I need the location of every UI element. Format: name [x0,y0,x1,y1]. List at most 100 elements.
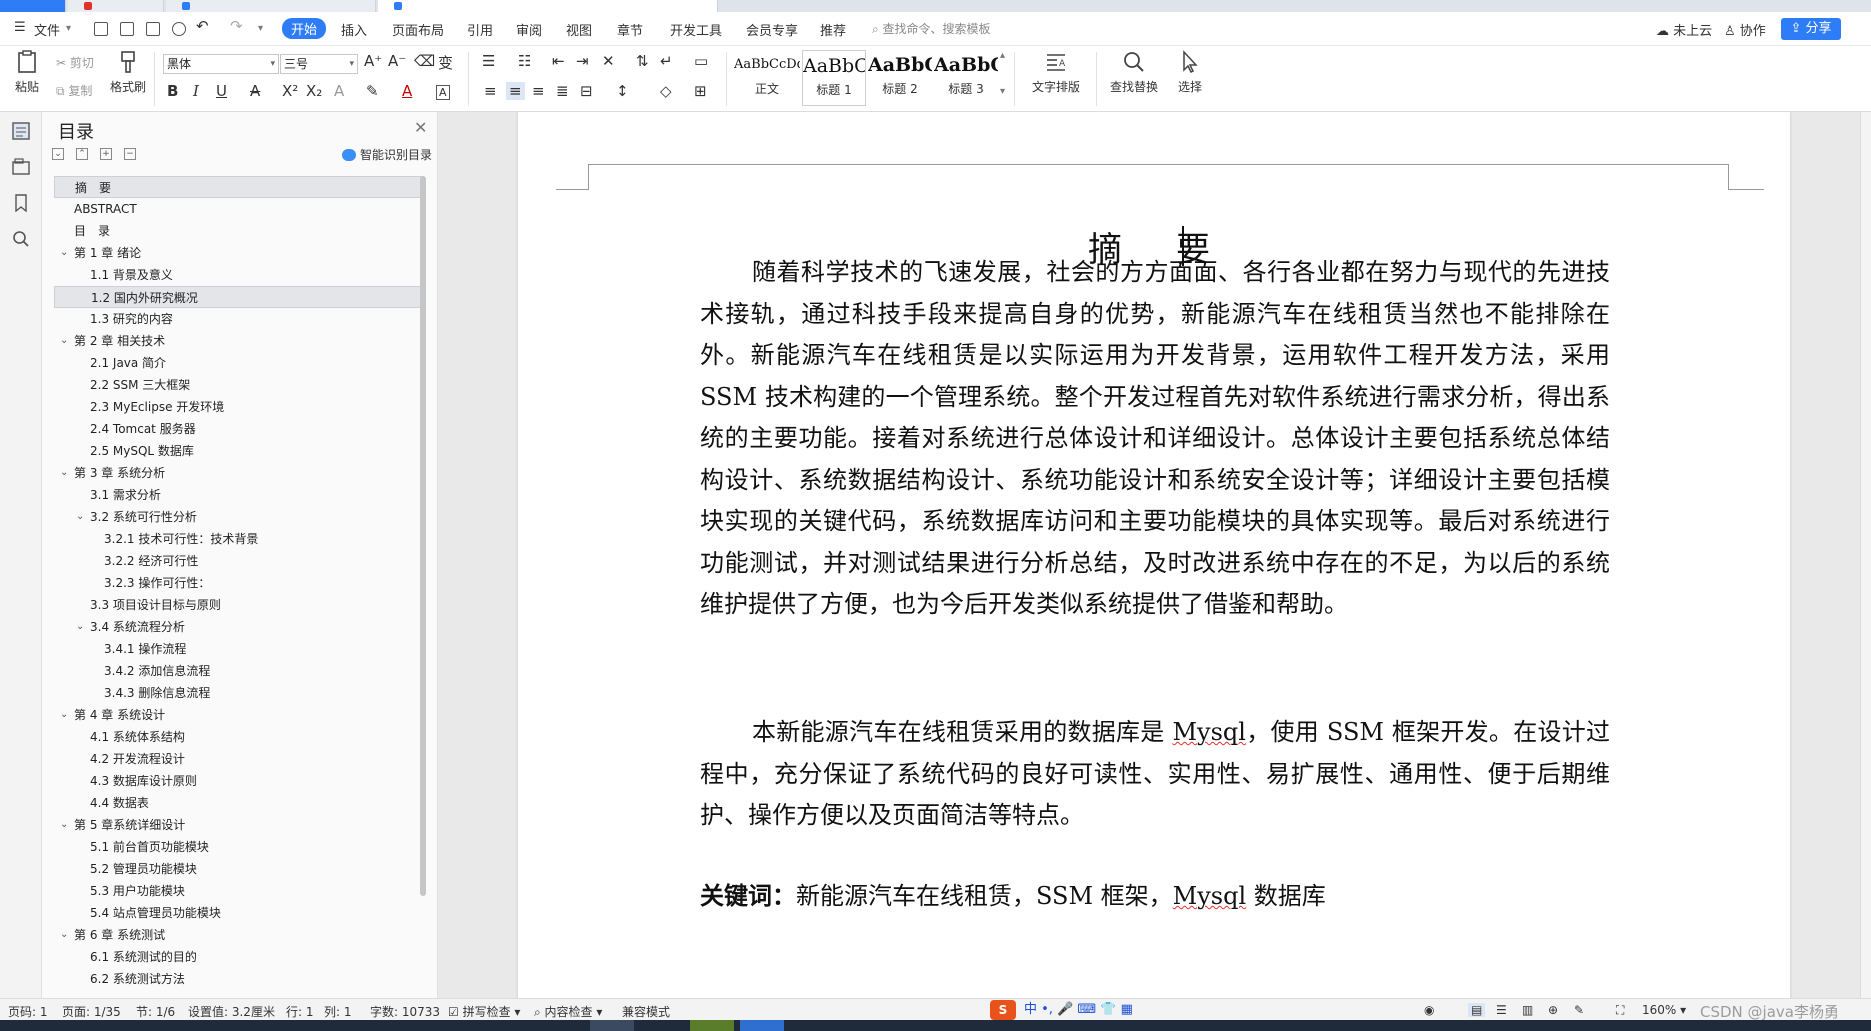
chinese-layout-icon[interactable]: ✕ [602,52,615,70]
toc-item[interactable]: 2.4 Tomcat 服务器 [54,418,424,440]
ime-toolbar[interactable]: S 中 •, 🎤 ⌨ 👕 ▦ [990,1000,1133,1020]
toc-item[interactable]: 6.1 系统测试的目的 [54,946,424,968]
close-icon[interactable]: ✕ [414,118,427,137]
toc-item[interactable]: ⌄ 3.4 系统流程分析 [54,616,424,638]
toc-item[interactable]: 3.2.3 操作可行性： [54,572,424,594]
toc-item[interactable]: ⌄ 3.2 系统可行性分析 [54,506,424,528]
chevron-down-icon[interactable]: ⌄ [60,814,68,836]
show-marks-icon[interactable]: ↵ [660,52,673,70]
toc-item[interactable]: ABSTRACT [54,198,424,220]
tab-insert[interactable]: 插入 [341,20,367,39]
expand-all-icon[interactable]: ⌃ [76,148,88,160]
underline-icon[interactable]: U [216,82,227,100]
eye-protect-icon[interactable]: ◉ [1424,1003,1434,1017]
toc-item[interactable]: 5.2 管理员功能模块 [54,858,424,880]
toc-item[interactable]: 1.3 研究的内容 [54,308,424,330]
style-heading-2[interactable]: AaBbC 标题 2 [868,50,932,106]
clear-format-icon[interactable]: ⌫ [414,52,435,70]
home-tab[interactable] [0,0,66,12]
read-view-icon[interactable]: ▥ [1522,1003,1533,1017]
zoom-level[interactable]: 160% ▾ [1642,1003,1686,1017]
document-page[interactable]: 摘 要 随着科学技术的飞速发展，社会的方方面面、各行各业都在努力与现代的先进技术… [518,112,1790,998]
toc-item[interactable]: 3.2.2 经济可行性 [54,550,424,572]
text-effect-icon[interactable]: A [334,82,344,100]
fit-page-icon[interactable]: ⛶ [1616,1003,1624,1018]
styles-scroll-up-icon[interactable]: ▴ [1000,50,1005,61]
subscript-icon[interactable]: X₂ [306,82,322,100]
vertical-scrollbar[interactable] [1860,112,1871,998]
paste-button[interactable]: 粘贴 [10,50,44,95]
tab-home[interactable]: 开始 [282,18,327,39]
bookmark-icon[interactable] [12,194,30,212]
chevron-down-icon[interactable]: ⌄ [60,924,68,946]
toc-item[interactable]: 5.3 用户功能模块 [54,880,424,902]
toc-item[interactable]: 4.2 开发流程设计 [54,748,424,770]
remove-heading-icon[interactable]: − [124,148,136,160]
cut-button[interactable]: ✂ 剪切 [56,54,94,71]
chevron-down-icon[interactable]: ⌄ [60,462,68,484]
tab-page-layout[interactable]: 页面布局 [392,20,444,39]
toc-item[interactable]: 摘 要 [54,176,424,198]
italic-icon[interactable]: I [193,82,199,100]
toc-item[interactable]: 1.1 背景及意义 [54,264,424,286]
align-left-icon[interactable]: ≡ [484,82,497,100]
command-search-input[interactable]: ⌕ 查找命令、搜索模板 [872,20,991,37]
collab-button[interactable]: ♙ 协作 [1724,20,1766,39]
toc-panel-icon[interactable] [12,122,30,140]
chevron-down-icon[interactable]: ⌄ [76,506,84,528]
add-heading-icon[interactable]: + [100,148,112,160]
char-border-icon[interactable]: A [436,85,450,100]
style-heading-3[interactable]: AaBbC 标题 3 [934,50,998,106]
font-color-icon[interactable]: A [402,82,412,100]
bullet-list-icon[interactable]: ☰ [482,52,495,70]
format-painter-button[interactable]: 格式刷 [108,50,148,95]
tab-references[interactable]: 引用 [467,20,493,39]
toc-item[interactable]: 3.4.3 删除信息流程 [54,682,424,704]
select-button[interactable]: 选择 [1170,50,1210,95]
toc-item[interactable]: 1.2 国内外研究概况 [54,286,424,308]
align-right-icon[interactable]: ≡ [532,82,545,100]
line-spacing-icon[interactable]: ↕ [616,82,629,100]
font-family-select[interactable]: 黑体 ▾ [163,54,279,74]
collapse-all-icon[interactable]: ⌄ [52,148,64,160]
toc-item[interactable]: 6.2 系统测试方法 [54,968,424,990]
style-normal[interactable]: AaBbCcDd 正文 [734,50,800,106]
page-count[interactable]: 页面: 1/35 [62,1003,121,1020]
grow-font-icon[interactable]: A⁺ [364,52,382,70]
undo-icon[interactable]: ↶ [196,17,209,35]
doc-tab-2[interactable] [166,0,376,12]
toc-item[interactable]: 4.3 数据库设计原则 [54,770,424,792]
strikethrough-icon[interactable]: A [250,82,260,100]
font-size-select[interactable]: 三号 ▾ [280,54,358,74]
copy-button[interactable]: ⧉ 复制 [56,82,92,99]
borders-icon[interactable]: ⊞ [694,82,707,100]
ruler-icon[interactable]: ▭ [694,52,708,70]
toc-item[interactable]: 目 录 [54,220,424,242]
align-center-icon[interactable]: ≡ [506,82,525,100]
preview-icon[interactable] [172,22,186,36]
toc-item[interactable]: ⌄ 第 6 章 系统测试 [54,924,424,946]
bold-icon[interactable]: B [167,82,178,100]
decrease-indent-icon[interactable]: ⇤ [552,52,565,70]
hamburger-menu-icon[interactable]: ☰ [14,20,26,35]
toc-item[interactable]: 3.1 需求分析 [54,484,424,506]
share-button[interactable]: ⇪ 分享 [1781,18,1841,40]
export-icon[interactable] [120,22,134,36]
toc-item[interactable]: 3.2.1 技术可行性：技术背景 [54,528,424,550]
file-menu[interactable]: 文件 [34,20,60,39]
pinyin-icon[interactable]: 变 [438,52,453,73]
toc-item[interactable]: 4.1 系统体系结构 [54,726,424,748]
spell-check-button[interactable]: ☑ 拼写检查 ▾ [448,1003,520,1020]
toc-item[interactable]: 4.4 数据表 [54,792,424,814]
save-icon[interactable] [94,22,108,36]
web-view-icon[interactable]: ⊕ [1548,1003,1558,1017]
chevron-down-icon[interactable]: ⌄ [60,242,68,264]
toc-item[interactable]: 2.3 MyEclipse 开发环境 [54,396,424,418]
toc-item[interactable]: 2.2 SSM 三大框架 [54,374,424,396]
toc-item[interactable]: 5.1 前台首页功能模块 [54,836,424,858]
tab-view[interactable]: 视图 [566,20,592,39]
toc-item[interactable]: 3.3 项目设计目标与原则 [54,594,424,616]
doc-tab-active[interactable] [378,0,718,12]
search-icon[interactable] [12,230,30,248]
toc-item[interactable]: ⌄ 第 3 章 系统分析 [54,462,424,484]
